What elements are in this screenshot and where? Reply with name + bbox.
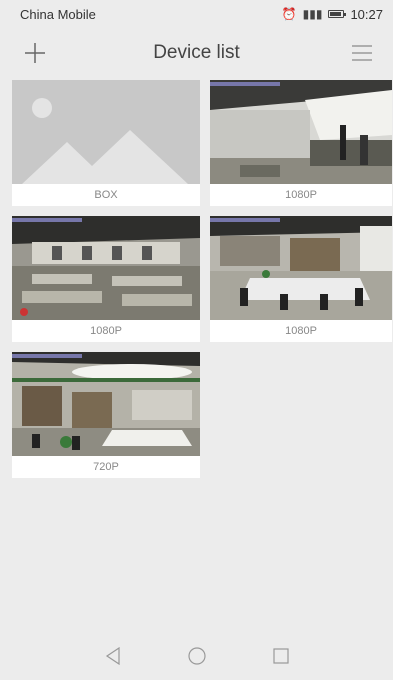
device-label: 720P (93, 461, 119, 473)
device-label: 1080P (285, 325, 317, 337)
device-label: 1080P (90, 325, 122, 337)
placeholder-image-icon (12, 80, 200, 184)
nav-back-button[interactable] (101, 644, 125, 668)
device-card[interactable]: 720P (12, 352, 200, 478)
camera-feed-thumbnail (12, 352, 200, 456)
nav-recents-button[interactable] (269, 644, 293, 668)
status-bar: China Mobile ⏰ ▮▮▮ 10:27 (0, 0, 393, 28)
hamburger-menu-icon (352, 45, 372, 61)
signal-icon: ▮▮▮ (302, 7, 323, 21)
plus-icon (25, 43, 45, 63)
camera-feed-thumbnail (12, 216, 200, 320)
device-grid: BOX 1080P 1080P 1080P 720P (12, 80, 393, 478)
device-card[interactable]: 1080P (210, 216, 392, 342)
back-icon (105, 647, 120, 665)
system-nav-bar (0, 632, 393, 680)
recents-icon (272, 648, 289, 664)
device-card[interactable]: 1080P (12, 216, 200, 342)
carrier-name: China Mobile (20, 6, 96, 22)
clock-time: 10:27 (350, 6, 383, 22)
app-header: Device list (0, 30, 393, 76)
device-label: BOX (94, 189, 118, 201)
device-label: 1080P (285, 189, 317, 201)
add-device-button[interactable] (20, 38, 50, 68)
nav-home-button[interactable] (185, 644, 209, 668)
status-icons: ⏰ ▮▮▮ 10:27 (282, 7, 383, 22)
camera-feed-thumbnail (210, 80, 392, 184)
alarm-icon: ⏰ (281, 7, 297, 21)
battery-icon (328, 10, 347, 18)
camera-feed-thumbnail (210, 216, 392, 320)
menu-button[interactable] (347, 38, 377, 68)
device-card[interactable]: BOX (12, 80, 200, 206)
device-card[interactable]: 1080P (210, 80, 392, 206)
page-title: Device list (153, 42, 240, 63)
home-icon (187, 647, 206, 665)
